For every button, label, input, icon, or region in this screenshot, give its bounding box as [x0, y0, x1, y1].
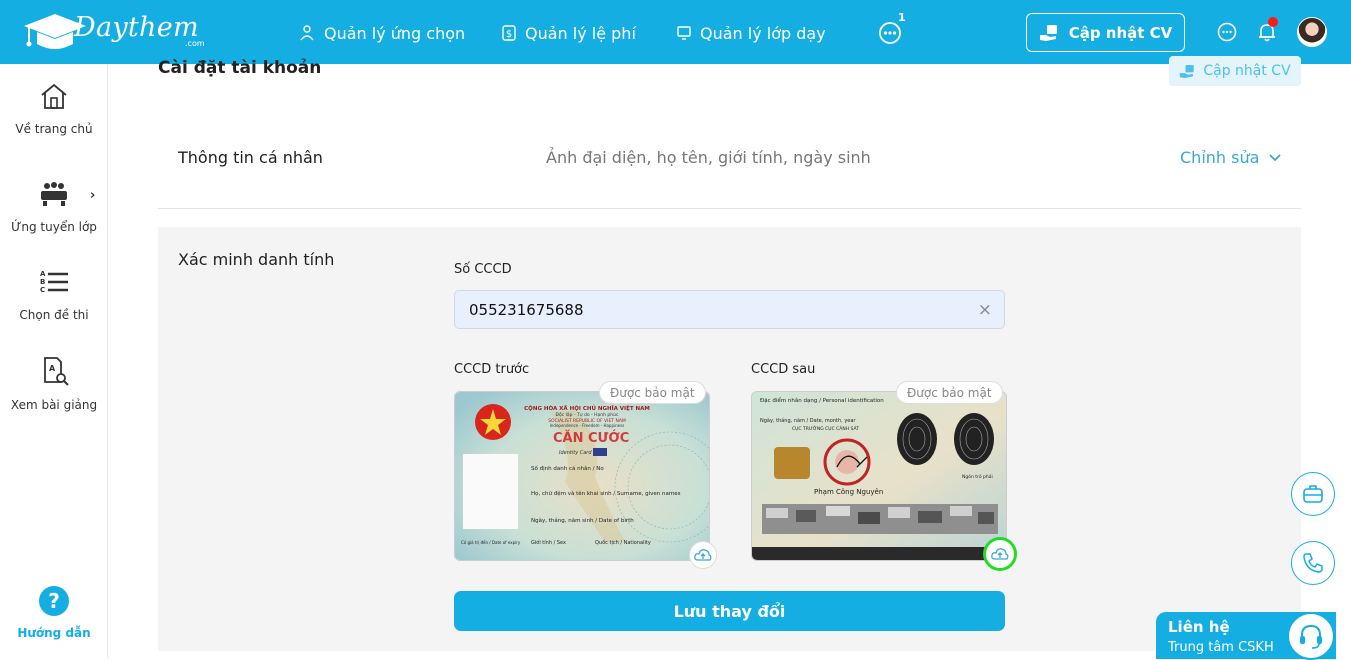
monitor-icon [677, 26, 691, 40]
clear-icon[interactable]: × [978, 300, 992, 320]
ghost-update-cv-button[interactable]: Cập nhật CV [1169, 56, 1301, 86]
avatar[interactable] [1297, 17, 1327, 47]
chevron-down-icon [1269, 153, 1282, 161]
cloud-upload-icon [694, 549, 712, 561]
update-cv-label: Cập nhật CV [1068, 23, 1173, 42]
hand-document-icon [1180, 64, 1195, 78]
nav-applicants-label: Quản lý ứng chọn [324, 23, 466, 43]
card-front-title: CĂN CƯỚC [553, 430, 629, 446]
id-card-back-graphic: Đặc điểm nhân dạng / Personal identifica… [752, 392, 1006, 560]
more-badge: 1 [898, 11, 906, 24]
contact-title: Liên hệ [1168, 618, 1230, 636]
edit-label: Chỉnh sửa [1180, 148, 1260, 167]
cccd-number-value: 055231675688 [469, 300, 584, 319]
personal-info-row: Thông tin cá nhân Ảnh đại diện, họ tên, … [158, 110, 1301, 209]
card-back-line2: Ngày, tháng, năm / Date, month, year [760, 417, 856, 424]
nav-classes[interactable]: Quản lý lớp dạy [677, 21, 826, 45]
edit-personal-button[interactable]: Chỉnh sửa [1180, 148, 1282, 167]
cloud-upload-icon [991, 548, 1009, 560]
update-cv-button[interactable]: Cập nhật CV [1026, 13, 1185, 52]
help-button[interactable]: ? Hướng dẫn [0, 586, 108, 640]
headset-button[interactable] [1287, 612, 1335, 660]
svg-text:A: A [49, 364, 56, 373]
identity-verification-section: Xác minh danh tính Số CCCD 055231675688 … [158, 227, 1301, 651]
card-front-line2: Họ, chữ đệm và tên khai sinh / Surname, … [531, 490, 681, 497]
cccd-back-label: CCCD sau [751, 362, 816, 377]
svg-text:C: C [40, 286, 45, 294]
upload-back-button[interactable] [983, 537, 1017, 571]
secure-badge-back: Được bảo mật [896, 381, 1003, 404]
card-front-line1: Số định danh cá nhân / No [531, 465, 604, 472]
question-icon: ? [39, 586, 69, 616]
abc-list-icon: A B C [40, 270, 68, 294]
sidebar: Về trang chủ Ứng tuyển lớp › A B C Chọn … [0, 64, 108, 659]
sidebar-home-label: Về trang chủ [15, 122, 93, 136]
sidebar-item-home[interactable]: Về trang chủ [0, 82, 108, 136]
id-card-front-graphic: CỘNG HÒA XÃ HỘI CHỦ NGHĨA VIỆT NAM Độc l… [455, 392, 709, 560]
card-front-header4: Independence - Freedom - Happiness [550, 423, 625, 428]
card-front-line4b: Quốc tịch / Nationality [595, 539, 651, 546]
verify-label: Xác minh danh tính [178, 250, 335, 269]
users-icon [300, 25, 314, 41]
cccd-number-label: Số CCCD [454, 262, 512, 277]
phone-button[interactable] [1291, 541, 1335, 585]
card-front-header2: Độc lập - Tự do - Hạnh phúc [556, 411, 619, 418]
briefcase-icon [1303, 485, 1323, 503]
save-changes-button[interactable]: Lưu thay đổi [454, 591, 1005, 631]
document-search-icon: A [44, 357, 69, 386]
phone-icon [1303, 553, 1323, 573]
chat-icon[interactable] [1216, 21, 1238, 43]
page-title: Cài đặt tài khoản [158, 58, 322, 78]
svg-text:B: B [40, 278, 45, 286]
cccd-back-image[interactable]: Đặc điểm nhân dạng / Personal identifica… [751, 391, 1007, 561]
hand-document-icon [1039, 24, 1057, 41]
svg-text:A: A [40, 270, 46, 278]
ghost-update-cv-label: Cập nhật CV [1203, 63, 1291, 79]
dollar-icon: $ [502, 25, 516, 41]
card-back-header1: Đặc điểm nhân dạng / Personal identifica… [760, 397, 884, 404]
svg-text:$: $ [506, 29, 512, 40]
upload-front-button[interactable] [689, 541, 717, 569]
cccd-front-image[interactable]: CỘNG HÒA XÃ HỘI CHỦ NGHĨA VIỆT NAM Độc l… [454, 391, 710, 561]
nav-fees-label: Quản lý lệ phí [525, 23, 636, 43]
sidebar-item-exam[interactable]: A B C Chọn đề thi [0, 268, 108, 322]
secure-badge-front: Được bảo mật [599, 381, 706, 404]
card-front-subtitle: Identity Card [559, 450, 592, 456]
top-navbar: Daythem .com Quản lý ứng chọn $ Quản lý … [0, 0, 1351, 64]
brand-name[interactable]: Daythem [74, 12, 199, 43]
personal-info-label: Thông tin cá nhân [178, 148, 323, 167]
class-group-icon [41, 182, 67, 206]
card-front-line3: Ngày, tháng, năm sinh / Date of birth [531, 517, 634, 524]
headset-icon [1300, 624, 1322, 649]
sidebar-lessons-label: Xem bài giảng [10, 398, 98, 412]
card-back-right2: Ngón trỏ phải [962, 473, 993, 480]
sidebar-apply-label: Ứng tuyển lớp [11, 220, 97, 234]
briefcase-button[interactable] [1291, 472, 1335, 516]
notification-dot [1268, 17, 1278, 27]
contact-sub: Trung tâm CSKH [1168, 640, 1274, 655]
card-front-line4a: Giới tính / Sex [531, 539, 566, 546]
nav-fees[interactable]: $ Quản lý lệ phí [502, 21, 636, 45]
personal-info-desc: Ảnh đại diện, họ tên, giới tính, ngày si… [546, 148, 871, 167]
sidebar-exam-label: Chọn đề thi [19, 308, 89, 322]
home-icon [41, 83, 67, 109]
card-front-header1: CỘNG HÒA XÃ HỘI CHỦ NGHĨA VIỆT NAM [524, 404, 650, 412]
chevron-right-icon[interactable]: › [90, 188, 95, 203]
nav-classes-label: Quản lý lớp dạy [700, 23, 826, 43]
cccd-front-label: CCCD trước [454, 362, 530, 377]
cccd-number-input[interactable]: 055231675688 × [454, 290, 1005, 329]
nav-applicants[interactable]: Quản lý ứng chọn [300, 21, 465, 45]
card-front-line5: Có giá trị đến / Date of expiry [461, 540, 521, 545]
help-label: Hướng dẫn [17, 626, 91, 640]
sidebar-item-lessons[interactable]: A Xem bài giảng [0, 356, 108, 412]
card-back-name: Phạm Công Nguyên [814, 488, 883, 496]
brand-domain: .com [185, 39, 205, 48]
